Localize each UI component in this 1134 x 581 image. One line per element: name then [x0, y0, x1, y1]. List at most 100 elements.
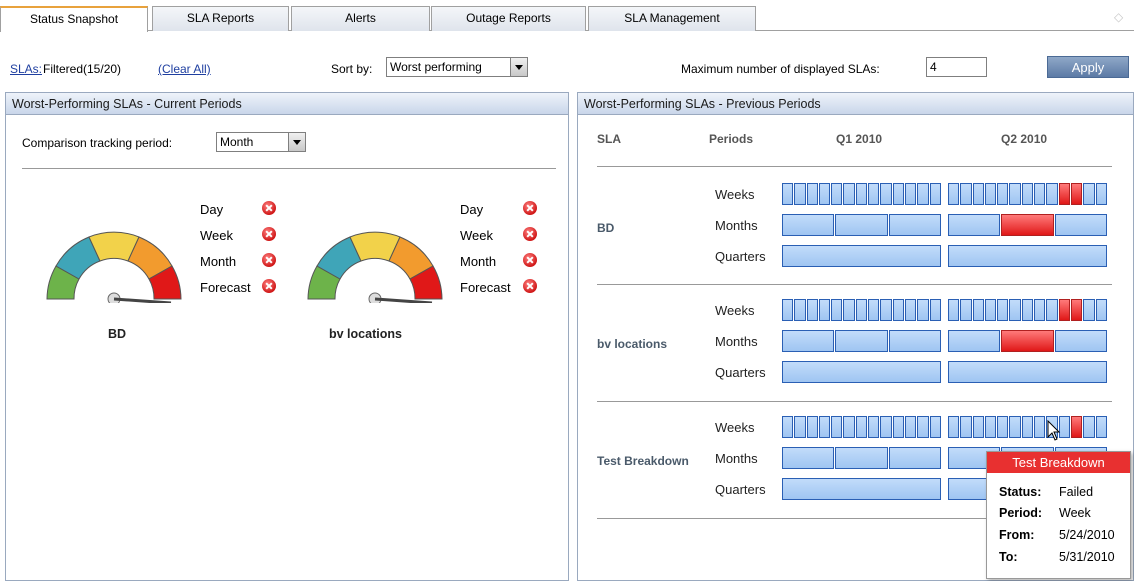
period-cell[interactable] [782, 214, 835, 236]
period-cell[interactable] [782, 361, 941, 383]
period-cell-failed[interactable] [1070, 183, 1083, 205]
period-cell[interactable] [831, 183, 843, 205]
period-cell[interactable] [1009, 416, 1021, 438]
chevron-down-icon[interactable] [288, 133, 305, 151]
period-cell[interactable] [948, 361, 1107, 383]
period-cell[interactable] [835, 447, 888, 469]
period-cell[interactable] [984, 416, 997, 438]
period-cell[interactable] [1054, 330, 1107, 352]
period-cell[interactable] [948, 245, 1107, 267]
period-cell[interactable] [888, 330, 941, 352]
period-cell[interactable] [948, 416, 960, 438]
period-cell[interactable] [1083, 416, 1095, 438]
period-cell[interactable] [855, 416, 868, 438]
period-cell[interactable] [794, 299, 806, 321]
period-cell[interactable] [806, 299, 818, 321]
period-cell[interactable] [1009, 183, 1021, 205]
tab-status-snapshot[interactable]: Status Snapshot [0, 6, 148, 32]
period-cell[interactable] [960, 299, 972, 321]
period-cell-failed[interactable] [1058, 183, 1070, 205]
apply-button[interactable]: Apply [1047, 56, 1129, 78]
period-cell[interactable] [1021, 183, 1034, 205]
period-cell[interactable] [868, 416, 880, 438]
period-cell[interactable] [1034, 416, 1046, 438]
period-cell[interactable] [892, 416, 904, 438]
period-cell[interactable] [782, 478, 941, 500]
period-cell[interactable] [843, 416, 855, 438]
period-cell[interactable] [904, 183, 917, 205]
period-cell[interactable] [806, 183, 818, 205]
period-cell[interactable] [831, 416, 843, 438]
period-cell[interactable] [1046, 299, 1058, 321]
period-cell[interactable] [997, 416, 1009, 438]
period-cell[interactable] [806, 416, 818, 438]
slas-link[interactable]: SLAs: [10, 62, 42, 76]
period-cell[interactable] [1021, 416, 1034, 438]
period-cell[interactable] [888, 447, 941, 469]
period-cell[interactable] [818, 416, 831, 438]
period-cell-failed[interactable] [1070, 416, 1083, 438]
period-cell[interactable] [972, 416, 984, 438]
clear-all-link[interactable]: (Clear All) [158, 62, 211, 76]
period-cell[interactable] [948, 299, 960, 321]
period-cell[interactable] [904, 299, 917, 321]
period-cell[interactable] [843, 299, 855, 321]
period-cell[interactable] [1054, 214, 1107, 236]
period-cell[interactable] [880, 416, 892, 438]
period-cell[interactable] [782, 299, 794, 321]
tab-alerts[interactable]: Alerts [291, 6, 430, 31]
period-cell[interactable] [917, 299, 929, 321]
period-cell[interactable] [1046, 183, 1058, 205]
period-cell[interactable] [794, 416, 806, 438]
period-cell[interactable] [948, 214, 1001, 236]
period-cell[interactable] [917, 183, 929, 205]
period-cell[interactable] [855, 183, 868, 205]
period-cell[interactable] [1034, 183, 1046, 205]
period-cell[interactable] [782, 330, 835, 352]
period-cell[interactable] [818, 183, 831, 205]
period-cell[interactable] [972, 183, 984, 205]
period-cell[interactable] [892, 299, 904, 321]
period-cell-failed[interactable] [1001, 330, 1054, 352]
period-cell[interactable] [1021, 299, 1034, 321]
period-cell[interactable] [929, 183, 941, 205]
period-cell[interactable] [1095, 299, 1107, 321]
period-cell[interactable] [904, 416, 917, 438]
tab-outage-reports[interactable]: Outage Reports [431, 6, 586, 31]
period-cell[interactable] [917, 416, 929, 438]
period-cell[interactable] [984, 183, 997, 205]
period-cell-failed[interactable] [1058, 299, 1070, 321]
period-cell[interactable] [818, 299, 831, 321]
period-cell[interactable] [997, 299, 1009, 321]
period-cell[interactable] [1083, 299, 1095, 321]
period-cell-failed[interactable] [1001, 214, 1054, 236]
period-cell[interactable] [868, 299, 880, 321]
period-cell[interactable] [1095, 183, 1107, 205]
period-cell[interactable] [880, 299, 892, 321]
period-cell[interactable] [984, 299, 997, 321]
period-cell[interactable] [1009, 299, 1021, 321]
period-cell[interactable] [835, 330, 888, 352]
period-cell[interactable] [972, 299, 984, 321]
period-cell[interactable] [782, 416, 794, 438]
period-cell[interactable] [782, 183, 794, 205]
period-cell[interactable] [868, 183, 880, 205]
period-cell-failed[interactable] [1070, 299, 1083, 321]
period-cell[interactable] [855, 299, 868, 321]
period-cell[interactable] [794, 183, 806, 205]
period-cell[interactable] [835, 214, 888, 236]
chevron-down-icon[interactable] [510, 58, 527, 76]
tab-sla-management[interactable]: SLA Management [588, 6, 756, 31]
period-cell[interactable] [843, 183, 855, 205]
period-cell[interactable] [960, 416, 972, 438]
tab-scroll-icon[interactable]: ◇ [1114, 10, 1128, 24]
period-cell[interactable] [831, 299, 843, 321]
period-cell[interactable] [782, 447, 835, 469]
max-slas-input[interactable]: 4 [926, 57, 987, 77]
period-cell[interactable] [948, 183, 960, 205]
period-cell[interactable] [888, 214, 941, 236]
period-cell[interactable] [892, 183, 904, 205]
period-cell[interactable] [880, 183, 892, 205]
period-cell[interactable] [1083, 183, 1095, 205]
period-cell[interactable] [1034, 299, 1046, 321]
